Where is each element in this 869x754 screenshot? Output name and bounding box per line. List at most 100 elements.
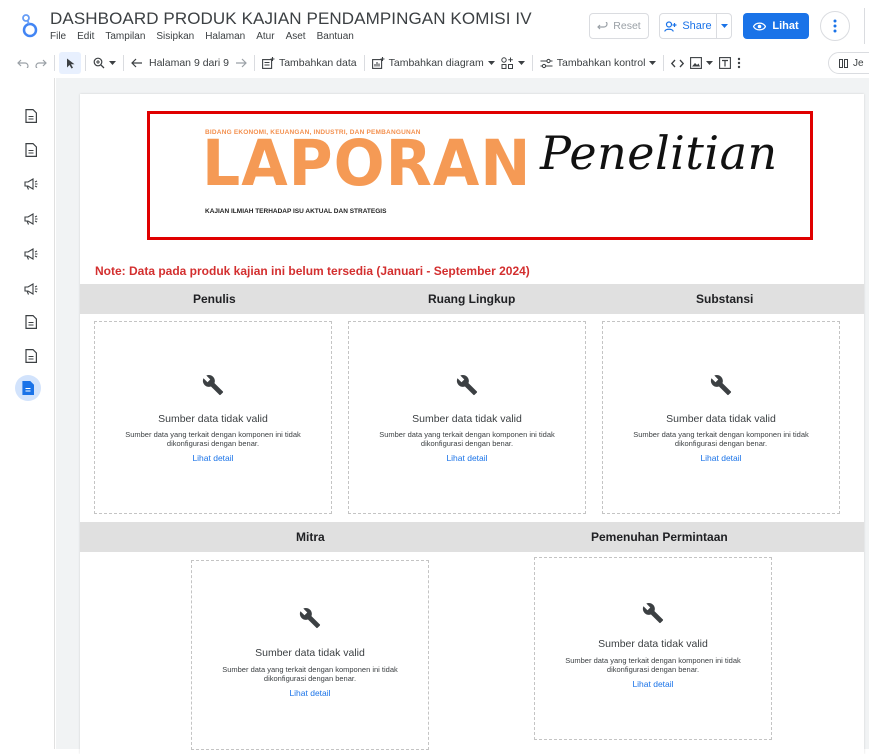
eye-icon: [753, 22, 767, 30]
error-title: Sumber data tidak valid: [598, 638, 708, 650]
view-details-link[interactable]: Lihat detail: [535, 679, 771, 689]
menu-page[interactable]: Halaman: [205, 31, 245, 42]
wrench-icon: [299, 608, 321, 629]
share-dropdown[interactable]: [716, 14, 731, 38]
view-details-link[interactable]: Lihat detail: [95, 453, 331, 463]
add-chart-label: Tambahkan diagram: [388, 57, 484, 69]
page-icon: [25, 109, 37, 123]
page-icon: [22, 381, 34, 395]
wrench-icon: [202, 375, 224, 396]
view-details-link[interactable]: Lihat detail: [603, 453, 839, 463]
toolbar-divider: [531, 55, 533, 71]
community-viz-icon: [501, 56, 513, 69]
page-icon: [25, 349, 37, 363]
caret-down-icon: [487, 60, 495, 65]
arrow-left-icon: [131, 58, 142, 68]
report-banner[interactable]: BIDANG EKONOMI, KEUANGAN, INDUSTRI, DAN …: [147, 111, 813, 240]
image-button[interactable]: [687, 52, 716, 74]
toolbar: Halaman 9 dari 9 Tambahkan data Tambahka…: [0, 50, 869, 76]
add-control-button[interactable]: Tambahkan kontrol: [537, 52, 660, 74]
add-chart-button[interactable]: Tambahkan diagram: [369, 52, 498, 74]
chart-substansi-error-card[interactable]: Sumber data tidak valid Sumber data yang…: [602, 321, 840, 514]
theme-layout-pill[interactable]: Je: [828, 52, 869, 74]
report-page: BIDANG EKONOMI, KEUANGAN, INDUSTRI, DAN …: [80, 94, 864, 754]
view-label: Lihat: [772, 20, 799, 32]
add-data-icon: [262, 57, 275, 69]
add-data-button[interactable]: Tambahkan data: [259, 52, 360, 74]
reset-label: Reset: [613, 20, 641, 32]
banner-title-text: LAPORAN: [202, 127, 532, 201]
header-ruang-lingkup: Ruang Lingkup: [428, 292, 516, 306]
community-viz-button[interactable]: [498, 52, 528, 74]
error-title: Sumber data tidak valid: [412, 413, 522, 425]
rail-page-6[interactable]: [19, 277, 43, 301]
menu-resource[interactable]: Aset: [286, 31, 306, 42]
error-description: Sumber data yang terkait dengan komponen…: [565, 656, 741, 674]
chart-ruang-lingkup-error-card[interactable]: Sumber data tidak valid Sumber data yang…: [348, 321, 586, 514]
redo-icon: [35, 59, 47, 68]
header-mitra: Mitra: [296, 530, 325, 544]
section-header-bar: Penulis Ruang Lingkup Substansi: [80, 284, 864, 314]
rail-page-8[interactable]: [19, 344, 43, 368]
menu-insert[interactable]: Sisipkan: [156, 31, 194, 42]
more-vert-icon: [833, 19, 837, 33]
toolbar-divider: [663, 55, 665, 71]
wrench-icon: [642, 603, 664, 624]
looker-studio-logo-icon[interactable]: [20, 13, 40, 39]
text-box-button[interactable]: [716, 52, 734, 74]
embed-code-button[interactable]: [668, 52, 687, 74]
rail-page-5[interactable]: [19, 242, 43, 266]
view-details-link[interactable]: Lihat detail: [349, 453, 585, 463]
view-button[interactable]: Lihat: [743, 13, 809, 39]
rail-page-3[interactable]: [19, 172, 43, 196]
rail-page-4[interactable]: [19, 207, 43, 231]
error-description: Sumber data yang terkait dengan komponen…: [222, 665, 398, 683]
rail-page-7[interactable]: [19, 310, 43, 334]
image-icon: [690, 57, 703, 69]
rail-page-1[interactable]: [19, 104, 43, 128]
megaphone-icon: [24, 283, 38, 295]
caret-down-icon: [649, 60, 657, 65]
menu-view[interactable]: Tampilan: [105, 31, 145, 42]
menu-edit[interactable]: Edit: [77, 31, 94, 42]
zoom-icon: [93, 57, 105, 69]
share-button[interactable]: Share: [659, 13, 732, 39]
menu-help[interactable]: Bantuan: [317, 31, 354, 42]
error-title: Sumber data tidak valid: [158, 413, 268, 425]
share-label: Share: [682, 20, 712, 32]
page-indicator: Halaman 9 dari 9: [149, 57, 229, 69]
banner-subtitle-text: KAJIAN ILMIAH TERHADAP ISU AKTUAL DAN ST…: [205, 208, 387, 215]
chart-penulis-error-card[interactable]: Sumber data tidak valid Sumber data yang…: [94, 321, 332, 514]
arrow-right-icon: [235, 58, 247, 68]
chart-pemenuhan-permintaan-error-card[interactable]: Sumber data tidak valid Sumber data yang…: [534, 557, 772, 740]
menu-file[interactable]: File: [50, 31, 66, 42]
undo-icon: [17, 59, 29, 68]
toolbar-divider: [363, 55, 365, 71]
reset-button[interactable]: Reset: [589, 13, 649, 39]
toolbar-divider: [54, 55, 55, 71]
undo-button[interactable]: [14, 52, 32, 74]
menu-arrange[interactable]: Atur: [256, 31, 274, 42]
next-page-button[interactable]: [232, 52, 250, 74]
megaphone-icon: [24, 213, 38, 225]
rail-page-9-active[interactable]: [15, 375, 41, 401]
rail-page-2[interactable]: [19, 138, 43, 162]
page-navigation-rail: [0, 78, 55, 749]
zoom-button[interactable]: [90, 52, 119, 74]
code-icon: [671, 59, 685, 67]
chart-mitra-error-card[interactable]: Sumber data tidak valid Sumber data yang…: [191, 560, 429, 750]
toolbar-divider: [123, 55, 124, 71]
prev-page-button[interactable]: [128, 52, 146, 74]
text-box-icon: [719, 57, 732, 69]
cursor-icon: [66, 58, 74, 68]
more-options-button[interactable]: [820, 11, 850, 41]
redo-button[interactable]: [32, 52, 50, 74]
view-details-link[interactable]: Lihat detail: [192, 688, 428, 698]
document-title[interactable]: DASHBOARD PRODUK KAJIAN PENDAMPINGAN KOM…: [50, 9, 532, 29]
caret-down-icon: [706, 60, 714, 65]
toolbar-divider: [85, 55, 86, 71]
select-tool-button[interactable]: [59, 52, 81, 74]
toolbar-overflow-button[interactable]: [734, 52, 744, 74]
error-description: Sumber data yang terkait dengan komponen…: [125, 430, 301, 448]
caret-down-icon: [517, 60, 525, 65]
